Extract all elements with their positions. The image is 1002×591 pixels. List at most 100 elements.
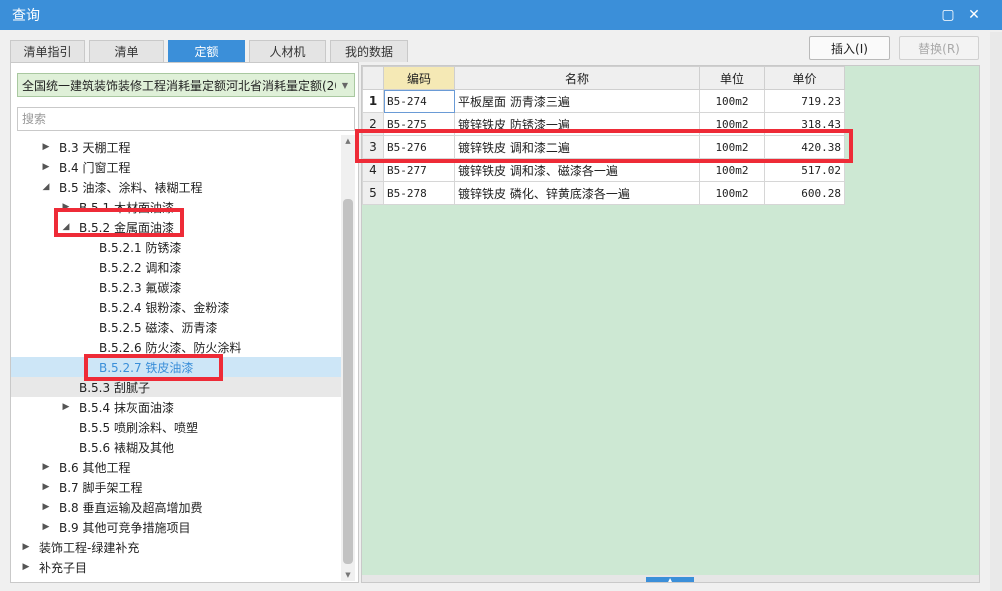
tree-node[interactable]: B.5.2.7 铁皮油漆	[11, 357, 341, 377]
cell-price[interactable]: 420.38	[764, 135, 845, 159]
tree-node[interactable]: ▶ B.7 脚手架工程	[11, 477, 341, 497]
tree-node[interactable]: B.5.2.1 防锈漆	[11, 237, 341, 257]
scroll-up-icon[interactable]: ▲	[341, 135, 355, 147]
expand-arrow-icon[interactable]: ▶	[39, 142, 53, 152]
tree-node-label: B.5.3 刮腻子	[79, 380, 150, 395]
collapse-arrow-icon[interactable]: ◢	[59, 222, 73, 232]
grid-row[interactable]: 2 B5-275 镀锌铁皮 防锈漆一遍 100m2 318.43	[362, 112, 845, 136]
tree-scrollbar[interactable]: ▲ ▼	[341, 135, 355, 581]
tree-node[interactable]: ▶ B.5.4 抹灰面油漆	[11, 397, 341, 417]
tree-node[interactable]: ◢ B.5.2 金属面油漆	[11, 217, 341, 237]
tree-node-label: B.6 其他工程	[59, 460, 131, 475]
tree-node[interactable]: ▶ 装饰工程-绿建补充	[11, 537, 341, 557]
tree-node-label: B.9 其他可竞争措施项目	[59, 520, 191, 535]
cell-code[interactable]: B5-278	[383, 181, 455, 205]
cell-code[interactable]: B5-276	[383, 135, 455, 159]
scrollbar-thumb[interactable]	[343, 199, 353, 564]
tab-quota[interactable]: 定额	[168, 40, 245, 62]
grid-row[interactable]: 3 B5-276 镀锌铁皮 调和漆二遍 100m2 420.38	[362, 135, 845, 159]
row-number: 2	[362, 112, 384, 136]
chevron-down-icon[interactable]: ▼	[336, 74, 354, 96]
tree-node[interactable]: ▶ B.8 垂直运输及超高增加费	[11, 497, 341, 517]
cell-code[interactable]: B5-275	[383, 112, 455, 136]
window-titlebar: 查询 ▢ ✕	[0, 0, 1002, 30]
collapse-arrow-icon[interactable]: ▲	[646, 577, 694, 582]
expand-arrow-icon[interactable]: ▶	[39, 482, 53, 492]
expand-arrow-icon[interactable]: ▶	[39, 522, 53, 532]
grid-row[interactable]: 5 B5-278 镀锌铁皮 磷化、锌黄底漆各一遍 100m2 600.28	[362, 181, 845, 205]
tree-node[interactable]: ▶ B.9 其他可竞争措施项目	[11, 517, 341, 537]
cell-name[interactable]: 平板屋面 沥青漆三遍	[454, 89, 700, 113]
tree-node[interactable]: B.5.3 刮腻子	[11, 377, 341, 397]
column-header-name[interactable]: 名称	[454, 66, 700, 90]
cell-unit[interactable]: 100m2	[699, 112, 765, 136]
tree-node[interactable]: B.5.2.4 银粉漆、金粉漆	[11, 297, 341, 317]
tree-node[interactable]: ▶ B.4 门窗工程	[11, 157, 341, 177]
tree-node-label: B.7 脚手架工程	[59, 480, 143, 495]
tree-node-label: B.5.2.5 磁漆、沥青漆	[99, 320, 218, 335]
tree-node[interactable]: ▶ B.5.1 木材面油漆	[11, 197, 341, 217]
insert-button[interactable]: 插入(I)	[809, 36, 890, 60]
tree-node-label: B.5.2.1 防锈漆	[99, 240, 182, 255]
quota-chapter-tree: ▶ B.3 天棚工程 ▶ B.4 门窗工程 ◢ B.5 油漆、涂料、裱糊工程 ▶ B.5.1 …	[11, 135, 341, 581]
replace-button[interactable]: 替换(R)	[899, 36, 979, 60]
close-icon[interactable]: ✕	[964, 5, 984, 25]
cell-name[interactable]: 镀锌铁皮 调和漆二遍	[454, 135, 700, 159]
tree-node[interactable]: B.5.2.3 氟碳漆	[11, 277, 341, 297]
tab-bar: 清单指引 清单 定额 人材机 我的数据	[10, 40, 412, 62]
search-input[interactable]	[17, 107, 355, 131]
tree-node[interactable]: ◢ B.5 油漆、涂料、裱糊工程	[11, 177, 341, 197]
cell-unit[interactable]: 100m2	[699, 135, 765, 159]
tree-node[interactable]: B.5.6 裱糊及其他	[11, 437, 341, 457]
grid-header-row: 编码 名称 单位 单价	[362, 66, 845, 90]
cell-unit[interactable]: 100m2	[699, 89, 765, 113]
cell-name[interactable]: 镀锌铁皮 调和漆、磁漆各一遍	[454, 158, 700, 182]
tree-node[interactable]: B.5.5 喷刷涂料、喷塑	[11, 417, 341, 437]
tree-node[interactable]: ▶ 补充子目	[11, 557, 341, 577]
cell-unit[interactable]: 100m2	[699, 181, 765, 205]
collapse-arrow-icon[interactable]: ◢	[39, 182, 53, 192]
scroll-down-icon[interactable]: ▼	[341, 569, 355, 581]
row-number: 5	[362, 181, 384, 205]
tree-node-label: B.5 油漆、涂料、裱糊工程	[59, 180, 203, 195]
tab-bill[interactable]: 清单	[89, 40, 164, 62]
grid-row[interactable]: 1 B5-274 平板屋面 沥青漆三遍 100m2 719.23	[362, 89, 845, 113]
expand-arrow-icon[interactable]: ▶	[19, 562, 33, 572]
cell-price[interactable]: 719.23	[764, 89, 845, 113]
cell-price[interactable]: 517.02	[764, 158, 845, 182]
cell-name[interactable]: 镀锌铁皮 磷化、锌黄底漆各一遍	[454, 181, 700, 205]
expand-arrow-icon[interactable]: ▶	[59, 202, 73, 212]
expand-arrow-icon[interactable]: ▶	[39, 462, 53, 472]
tab-materials[interactable]: 人材机	[249, 40, 326, 62]
tree-node[interactable]: ▶ B.6 其他工程	[11, 457, 341, 477]
quota-library-select[interactable]: 全国统一建筑装饰装修工程消耗量定额河北省消耗量定额(20 ▼	[17, 73, 355, 97]
cell-price[interactable]: 318.43	[764, 112, 845, 136]
column-header-unit[interactable]: 单位	[699, 66, 765, 90]
grid-body: 1 B5-274 平板屋面 沥青漆三遍 100m2 719.23 2 B5-275 镀锌铁皮 …	[362, 89, 845, 205]
tab-my-data[interactable]: 我的数据	[330, 40, 408, 62]
tree-node[interactable]: B.5.2.2 调和漆	[11, 257, 341, 277]
cell-price[interactable]: 600.28	[764, 181, 845, 205]
window-right-edge	[990, 32, 1002, 591]
tree-node-label: B.5.2.6 防火漆、防火涂料	[99, 340, 242, 355]
expand-arrow-icon[interactable]: ▶	[39, 162, 53, 172]
tree-node-label: B.5.2.7 铁皮油漆	[99, 360, 194, 375]
column-header-price[interactable]: 单价	[764, 66, 845, 90]
cell-code[interactable]: B5-274	[383, 89, 455, 113]
restore-icon[interactable]: ▢	[938, 5, 958, 25]
expand-arrow-icon[interactable]: ▶	[39, 502, 53, 512]
grid-row[interactable]: 4 B5-277 镀锌铁皮 调和漆、磁漆各一遍 100m2 517.02	[362, 158, 845, 182]
window-title: 查询	[12, 8, 40, 24]
cell-name[interactable]: 镀锌铁皮 防锈漆一遍	[454, 112, 700, 136]
tab-bill-guide[interactable]: 清单指引	[10, 40, 85, 62]
tree-node[interactable]: ▶ B.3 天棚工程	[11, 137, 341, 157]
tree-node[interactable]: B.5.2.6 防火漆、防火涂料	[11, 337, 341, 357]
expand-arrow-icon[interactable]: ▶	[59, 402, 73, 412]
grid-scrollbar[interactable]: ▲	[362, 575, 979, 582]
column-header-code[interactable]: 编码	[383, 66, 455, 90]
cell-code[interactable]: B5-277	[383, 158, 455, 182]
expand-arrow-icon[interactable]: ▶	[19, 542, 33, 552]
cell-unit[interactable]: 100m2	[699, 158, 765, 182]
tree-node[interactable]: B.5.2.5 磁漆、沥青漆	[11, 317, 341, 337]
tree-node-label: B.5.6 裱糊及其他	[79, 440, 174, 455]
